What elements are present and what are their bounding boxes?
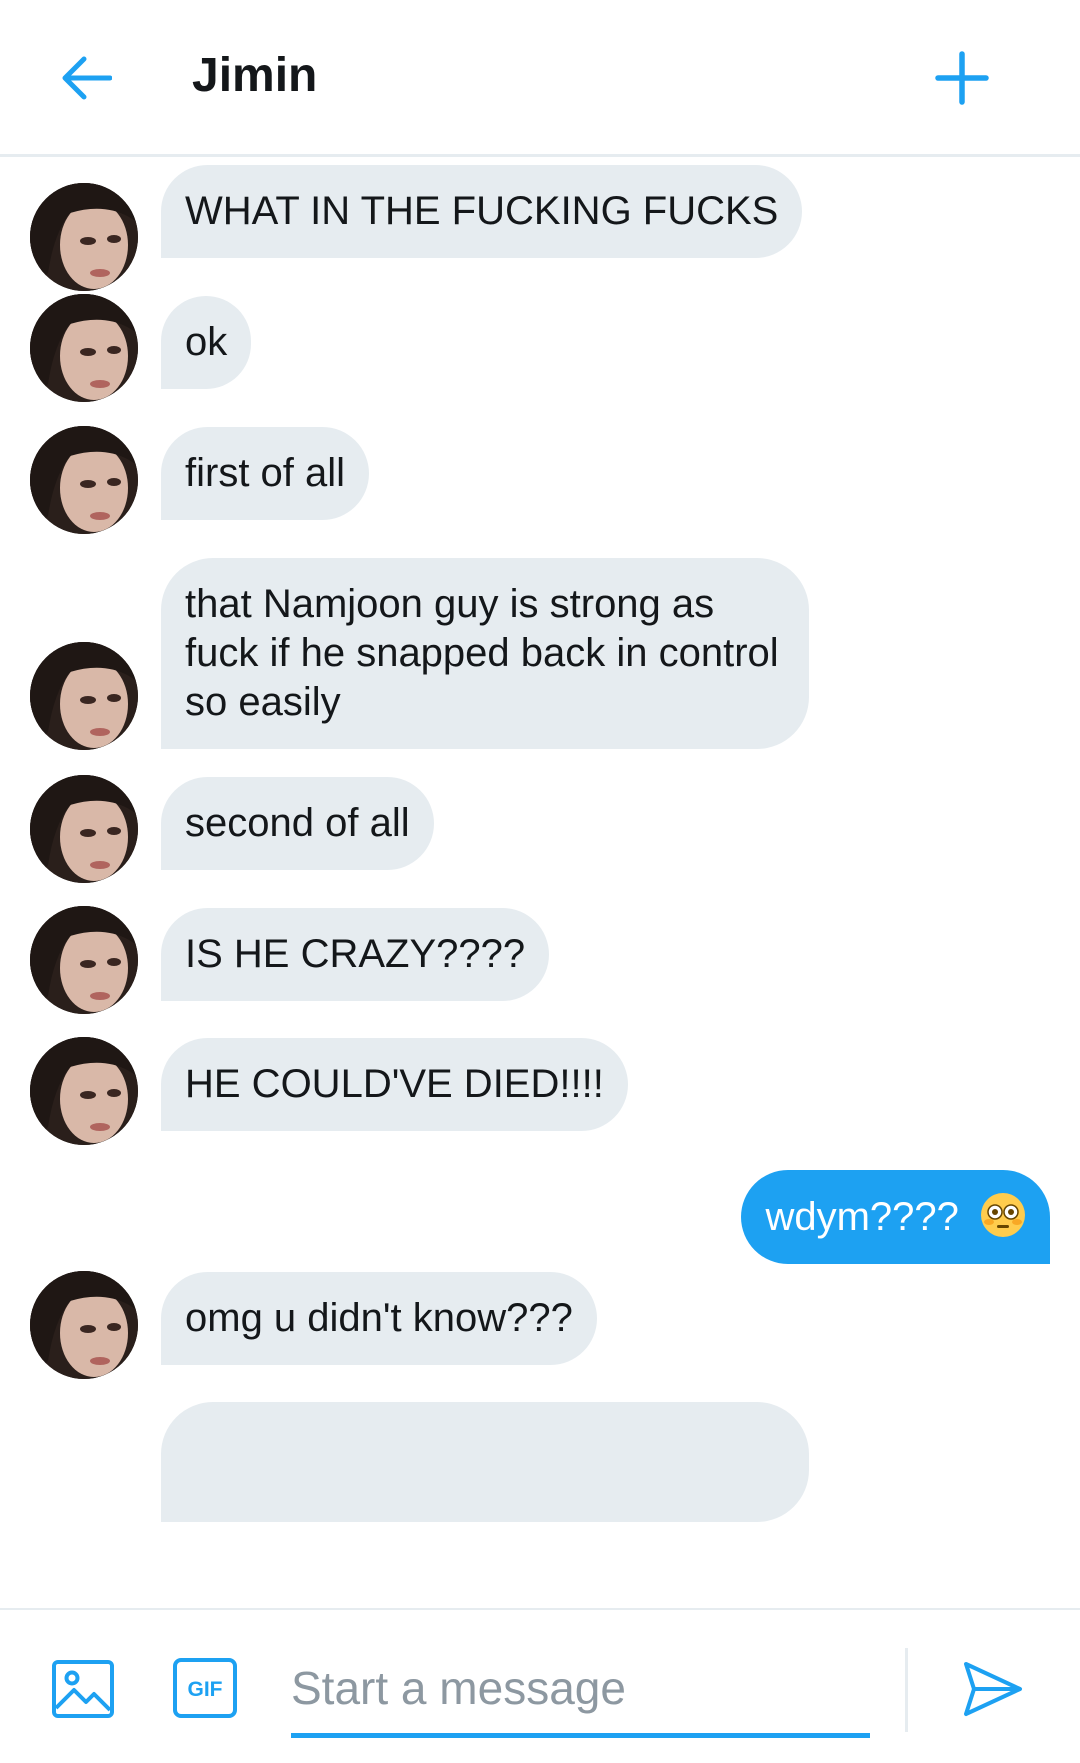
avatar[interactable] xyxy=(30,906,138,1014)
incoming-message-bubble[interactable]: omg u didn't know??? xyxy=(161,1272,597,1365)
avatar-photo xyxy=(30,775,138,883)
incoming-message-bubble-partial[interactable] xyxy=(161,1402,809,1522)
avatar[interactable] xyxy=(30,183,138,291)
avatar[interactable] xyxy=(30,426,138,534)
avatar[interactable] xyxy=(30,1037,138,1145)
gif-icon: GIF xyxy=(173,1658,237,1718)
avatar-photo xyxy=(30,642,138,750)
incoming-message-bubble[interactable]: WHAT IN THE FUCKING FUCKS xyxy=(161,165,803,258)
send-button[interactable] xyxy=(960,1656,1026,1722)
avatar-photo xyxy=(30,1037,138,1145)
flushed-face-emoji xyxy=(981,1193,1025,1237)
avatar[interactable] xyxy=(30,642,138,750)
arrow-left-icon xyxy=(62,56,112,100)
avatar-photo xyxy=(30,426,138,534)
gif-label: GIF xyxy=(188,1678,223,1701)
send-icon xyxy=(964,1662,1022,1716)
avatar[interactable] xyxy=(30,775,138,883)
add-gif-button[interactable]: GIF xyxy=(172,1657,238,1719)
avatar[interactable] xyxy=(30,1271,138,1379)
plus-icon xyxy=(935,51,989,105)
dm-conversation-screen: Jimin WHAT IN THE FUCKING FUCKS ok first… xyxy=(0,0,1080,1763)
outgoing-message-text: wdym???? xyxy=(765,1195,959,1239)
avatar-photo xyxy=(30,906,138,1014)
back-button[interactable] xyxy=(46,38,126,118)
message-input-wrapper xyxy=(291,1642,870,1738)
message-input[interactable] xyxy=(291,1642,870,1733)
incoming-message-bubble[interactable]: first of all xyxy=(161,427,370,520)
incoming-message-bubble[interactable]: HE COULD'VE DIED!!!! xyxy=(161,1038,628,1131)
incoming-message-bubble[interactable]: that Namjoon guy is strong as fuck if he… xyxy=(161,558,809,749)
conversation-title[interactable]: Jimin xyxy=(192,44,317,108)
incoming-message-bubble[interactable]: ok xyxy=(161,296,252,389)
avatar-photo xyxy=(30,183,138,291)
conversation-header: Jimin xyxy=(0,0,1080,157)
image-icon xyxy=(52,1660,114,1718)
avatar-photo xyxy=(30,294,138,402)
message-list[interactable]: WHAT IN THE FUCKING FUCKS ok first of al… xyxy=(0,160,1080,1607)
outgoing-message-bubble[interactable]: wdym???? xyxy=(741,1170,1050,1264)
composer-divider xyxy=(905,1648,908,1732)
message-composer: GIF xyxy=(0,1608,1080,1763)
avatar[interactable] xyxy=(30,294,138,402)
add-media-button[interactable] xyxy=(50,1656,116,1722)
incoming-message-bubble[interactable]: second of all xyxy=(161,777,434,870)
incoming-message-bubble[interactable]: IS HE CRAZY???? xyxy=(161,908,550,1001)
new-message-button[interactable] xyxy=(920,36,1004,120)
avatar-photo xyxy=(30,1271,138,1379)
